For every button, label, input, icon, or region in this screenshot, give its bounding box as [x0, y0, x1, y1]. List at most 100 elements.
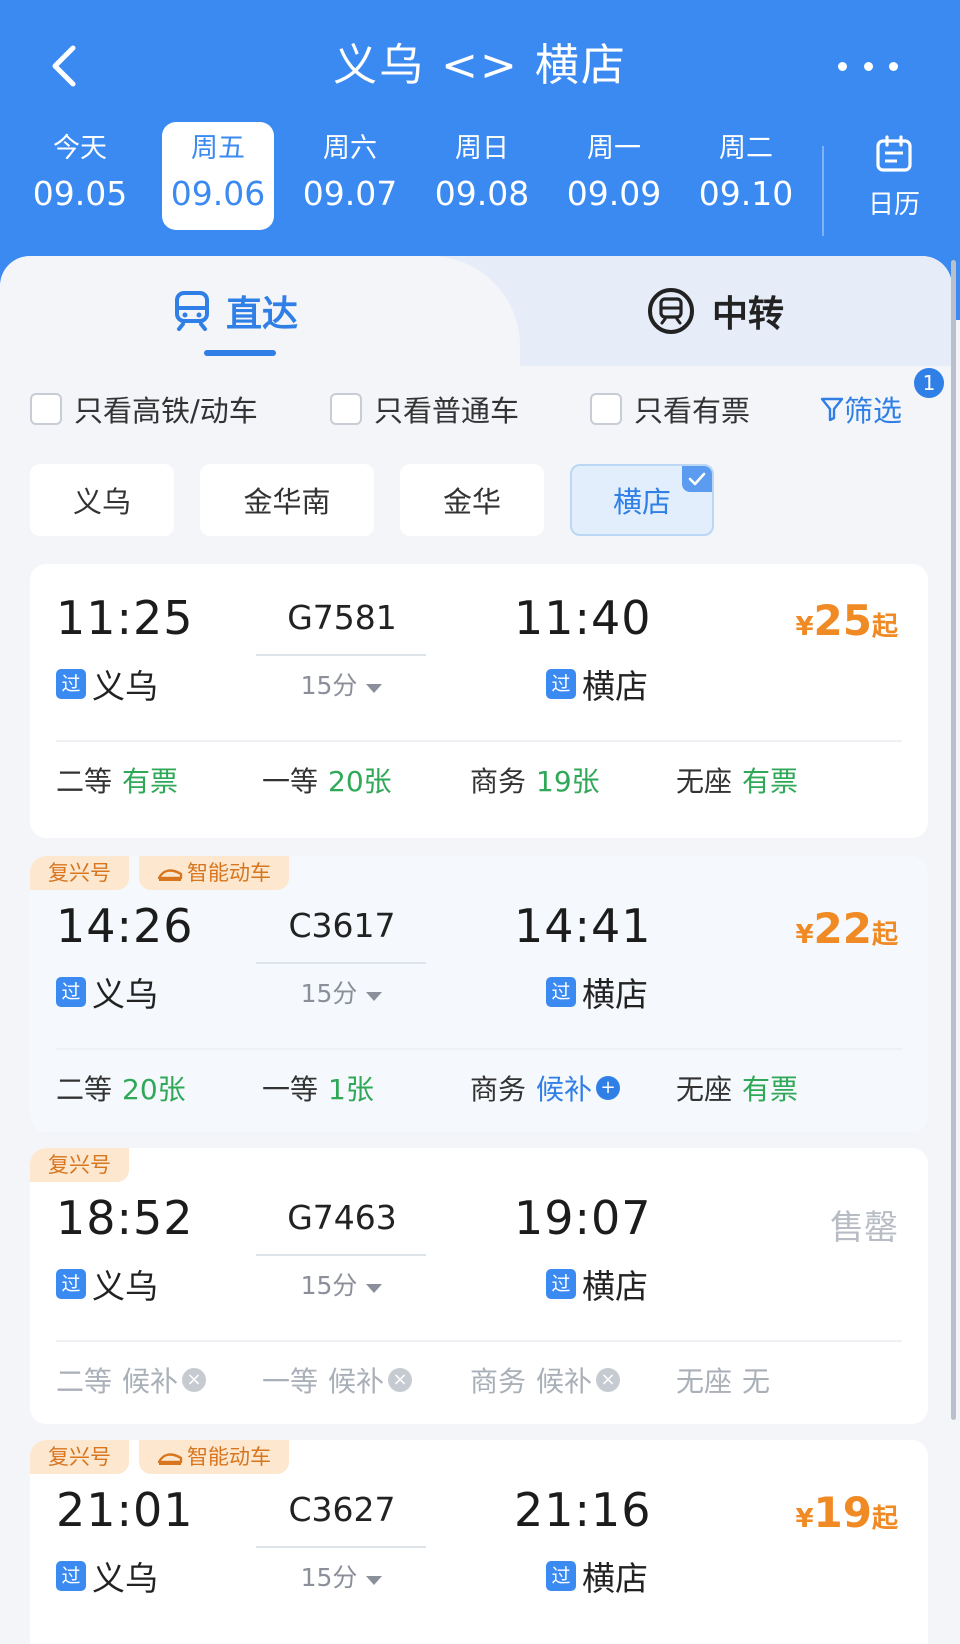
more-dot-icon	[838, 61, 847, 71]
duration-value: 15分	[300, 1271, 358, 1300]
pass-through-badge: 过	[546, 977, 576, 1007]
station-chip-label: 横店	[612, 485, 671, 519]
departure-station: 过 义乌	[56, 660, 158, 708]
date-tab-2[interactable]: 周六 09.07	[294, 122, 406, 230]
filter-row: 只看高铁/动车 只看普通车 只看有票 筛选	[0, 380, 952, 440]
card-divider	[56, 1340, 902, 1342]
arrival-station: 过 横店	[546, 1552, 648, 1600]
more-button[interactable]	[838, 54, 898, 78]
price-currency: ¥	[795, 920, 814, 950]
checkbox-label: 只看普通车	[374, 394, 520, 428]
seat-business-class: 商务 候补 ×	[470, 1360, 621, 1400]
seat-status: 有票	[742, 1073, 799, 1106]
departure-station-name: 义乌	[92, 1559, 158, 1598]
checkbox-label: 只看高铁/动车	[74, 394, 258, 428]
close-circle-icon: ×	[388, 1368, 413, 1392]
seat-class: 商务	[470, 765, 527, 798]
station-chip-yiwu[interactable]: 义乌	[30, 464, 174, 536]
high-speed-only-checkbox[interactable]: 只看高铁/动车	[30, 388, 258, 430]
more-dot-icon	[863, 61, 873, 71]
train-number: G7581	[287, 598, 397, 637]
price-currency: ¥	[795, 1504, 814, 1534]
arrival-station-name: 横店	[582, 975, 648, 1014]
scrollbar[interactable]	[951, 260, 956, 1420]
duration-value: 15分	[300, 979, 358, 1008]
arrival-station: 过 横店	[546, 968, 648, 1016]
caret-down-icon	[366, 684, 383, 693]
seat-status: 无	[742, 1365, 771, 1398]
page-title: 义乌 <> 横店	[333, 40, 627, 91]
tab-transfer[interactable]: 中转	[646, 276, 784, 346]
arrival-station-name: 横店	[582, 667, 648, 706]
station-chip-jinhua[interactable]: 金华	[400, 464, 544, 536]
date-value: 09.07	[302, 174, 398, 213]
pass-through-badge: 过	[546, 1269, 576, 1299]
seat-business-class[interactable]: 商务 候补 +	[470, 1068, 621, 1108]
smart-train-badge: 智能动车	[139, 1440, 289, 1474]
seat-status: 1张	[328, 1073, 374, 1106]
calendar-button[interactable]: 日历	[852, 134, 936, 224]
date-tab-3[interactable]: 周日 09.08	[426, 122, 538, 230]
caret-down-icon	[366, 1576, 383, 1585]
seat-class: 二等	[56, 1365, 113, 1398]
pass-through-badge: 过	[546, 669, 576, 699]
bullet-train-icon	[157, 1453, 183, 1465]
date-tab-5[interactable]: 周二 09.10	[690, 122, 802, 230]
price: ¥ 25 起	[795, 596, 898, 645]
seat-first-class: 一等 1张	[262, 1068, 374, 1108]
arrival-station-name: 横店	[582, 1559, 648, 1598]
tab-underline	[204, 350, 276, 356]
station-chip-label: 金华	[442, 485, 501, 519]
price-currency: ¥	[795, 612, 814, 642]
train-icon	[175, 291, 209, 331]
date-tab-0[interactable]: 今天 09.05	[24, 122, 136, 230]
train-card[interactable]: 复兴号 智能动车 14:26 过 义乌 C3617 15分 14:41 过 横店…	[30, 856, 928, 1132]
travel-duration[interactable]: 15分	[258, 666, 426, 702]
train-card[interactable]: 11:25 过 义乌 G7581 15分 11:40 过 横店 ¥ 25 起 二…	[30, 564, 928, 838]
travel-duration[interactable]: 15分	[258, 974, 426, 1010]
caret-down-icon	[366, 992, 383, 1001]
seat-first-class: 一等 20张	[262, 760, 392, 800]
filter-button[interactable]: 筛选	[820, 388, 902, 430]
arrival-time: 14:41	[514, 899, 652, 953]
arrival-station: 过 横店	[546, 660, 648, 708]
departure-time: 14:26	[56, 899, 194, 953]
date-tab-1[interactable]: 周五 09.06	[162, 122, 274, 230]
smart-train-label: 智能动车	[187, 1445, 271, 1469]
card-divider	[56, 740, 902, 742]
arrival-station: 过 横店	[546, 1260, 648, 1308]
price-suffix: 起	[871, 920, 898, 950]
station-chip-label: 金华南	[243, 485, 331, 519]
price-value: 19	[813, 1488, 872, 1537]
route-line	[256, 962, 426, 964]
funnel-icon	[820, 397, 844, 422]
date-tab-4[interactable]: 周一 09.09	[558, 122, 670, 230]
travel-duration[interactable]: 15分	[258, 1266, 426, 1302]
train-card[interactable]: 复兴号 18:52 过 义乌 G7463 15分 19:07 过 横店 售罄 二…	[30, 1148, 928, 1424]
tab-transfer-label: 中转	[712, 294, 785, 335]
regular-only-checkbox[interactable]: 只看普通车	[330, 388, 519, 430]
checkbox-box	[30, 393, 62, 425]
train-badges: 复兴号 智能动车	[30, 1440, 299, 1474]
seat-class: 商务	[470, 1073, 527, 1106]
available-only-checkbox[interactable]: 只看有票	[590, 388, 750, 430]
route-line	[256, 1254, 426, 1256]
tab-direct[interactable]: 直达	[174, 276, 298, 346]
seat-class: 无座	[676, 1365, 733, 1398]
station-chip-jinhuanan[interactable]: 金华南	[200, 464, 374, 536]
pass-through-badge: 过	[56, 669, 86, 699]
seat-status: 20张	[122, 1073, 186, 1106]
station-chip-hengdian[interactable]: 横店	[570, 464, 714, 536]
checkbox-label: 只看有票	[634, 394, 751, 428]
results-panel: 直达 中转 只看高铁/动车 只看普通车 只看有票 筛选 1 义乌 金华南 金华 …	[0, 256, 952, 1644]
date-weekday: 周日	[455, 133, 509, 164]
calendar-label: 日历	[867, 190, 920, 220]
station-chip-label: 义乌	[72, 485, 131, 519]
train-card[interactable]: 复兴号 智能动车 21:01 过 义乌 C3627 15分 21:16 过 横店…	[30, 1440, 928, 1644]
checkbox-box	[590, 393, 622, 425]
arrival-station-name: 横店	[582, 1267, 648, 1306]
fuxing-badge: 复兴号	[30, 856, 129, 890]
travel-duration[interactable]: 15分	[258, 1558, 426, 1594]
date-value: 09.06	[170, 174, 266, 213]
departure-station: 过 义乌	[56, 1552, 158, 1600]
